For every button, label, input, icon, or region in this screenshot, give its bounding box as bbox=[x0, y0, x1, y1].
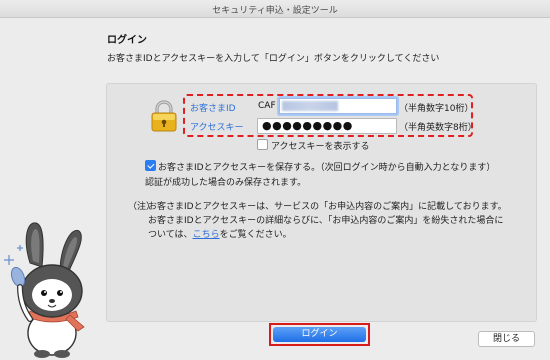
customer-id-label: お客さまID bbox=[190, 104, 236, 114]
save-credentials-checkbox[interactable] bbox=[145, 160, 156, 171]
notice-line-2: お客さまIDとアクセスキーの詳細ならびに、「お申込内容のご案内」を紛失された場合… bbox=[148, 216, 504, 226]
access-key-hint: （半角英数字8桁） bbox=[399, 123, 477, 133]
access-key-value: ●●●●●●●●● bbox=[262, 119, 353, 132]
notice-line-3: ついては、こちらをご覧ください。 bbox=[148, 227, 292, 240]
show-key-label: アクセスキーを表示する bbox=[271, 142, 370, 152]
page-title: ログイン bbox=[107, 35, 147, 46]
close-button[interactable]: 閉じる bbox=[478, 331, 535, 347]
masked-id-value bbox=[282, 101, 338, 111]
customer-id-prefix: CAF bbox=[258, 101, 276, 111]
notice-line-3-after: をご覧ください。 bbox=[219, 230, 292, 240]
notice-line-3-before: ついては、 bbox=[148, 230, 193, 240]
sparkle-icon bbox=[4, 245, 23, 265]
customer-id-hint: （半角数字10桁） bbox=[399, 104, 474, 114]
save-credentials-label: お客さまIDとアクセスキーを保存する。（次回ログイン時から自動入力となります） bbox=[158, 163, 496, 173]
title-bar: セキュリティ申込・設定ツール bbox=[0, 0, 550, 18]
access-key-input[interactable]: ●●●●●●●●● bbox=[257, 118, 397, 134]
access-key-label: アクセスキー bbox=[190, 123, 244, 133]
rabbit-mascot-illustration bbox=[4, 222, 85, 358]
instruction-text: お客さまIDとアクセスキーを入力して「ログイン」ボタンをクリックしてください bbox=[107, 54, 440, 64]
show-key-checkbox[interactable] bbox=[257, 139, 268, 150]
customer-id-input[interactable] bbox=[279, 98, 397, 114]
notice-line-1: お客さまIDとアクセスキーは、サービスの「お申込内容のご案内」に記載しております… bbox=[148, 202, 507, 212]
window-title: セキュリティ申込・設定ツール bbox=[212, 6, 338, 16]
login-button[interactable]: ログイン bbox=[273, 327, 366, 342]
save-credentials-note: 認証が成功した場合のみ保存されます。 bbox=[145, 178, 307, 188]
details-link[interactable]: こちら bbox=[193, 230, 220, 240]
lock-icon bbox=[151, 100, 177, 132]
